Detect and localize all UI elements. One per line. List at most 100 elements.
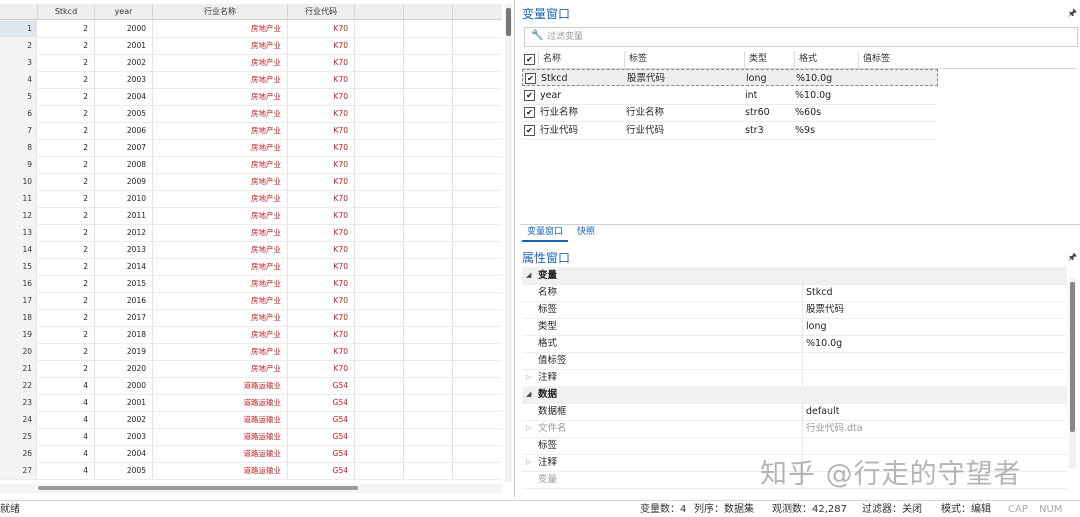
row-number[interactable]: 12 (0, 207, 37, 224)
cell-industry-code[interactable]: K70 (288, 241, 355, 258)
cell-industry-name[interactable]: 房地产业 (153, 54, 288, 71)
table-row[interactable]: 18 2 2017 房地产业 K70 (0, 309, 502, 327)
table-row[interactable]: 25 4 2003 道路运输业 G54 (0, 428, 502, 446)
property-value[interactable]: Stkcd (806, 284, 833, 301)
cell-year[interactable]: 2002 (95, 54, 153, 71)
cell-year[interactable]: 2005 (95, 105, 153, 122)
cell-empty[interactable] (404, 20, 453, 37)
cell-empty[interactable] (404, 207, 453, 224)
cell-empty[interactable] (453, 343, 502, 360)
cell-empty[interactable] (404, 377, 453, 394)
cell-year[interactable]: 2013 (95, 241, 153, 258)
cell-empty[interactable] (453, 411, 502, 428)
table-row[interactable]: 15 2 2014 房地产业 K70 (0, 258, 502, 276)
cell-industry-name[interactable]: 房地产业 (153, 105, 288, 122)
property-value[interactable]: 股票代码 (806, 301, 844, 318)
row-number[interactable]: 18 (0, 309, 37, 326)
cell-empty[interactable] (404, 258, 453, 275)
cell-industry-name[interactable]: 道路运输业 (153, 377, 288, 394)
cell-empty[interactable] (355, 258, 404, 275)
header-format[interactable]: 格式 (794, 51, 858, 68)
cell-year[interactable]: 2004 (95, 445, 153, 462)
cell-year[interactable]: 2000 (95, 377, 153, 394)
cell-empty[interactable] (453, 360, 502, 377)
cell-empty[interactable] (355, 445, 404, 462)
cell-industry-code[interactable]: G54 (288, 445, 355, 462)
cell-industry-name[interactable]: 房地产业 (153, 139, 288, 156)
cell-year[interactable]: 2005 (95, 462, 153, 479)
cell-empty[interactable] (355, 156, 404, 173)
cell-year[interactable]: 2019 (95, 343, 153, 360)
cell-empty[interactable] (404, 71, 453, 88)
cell-industry-code[interactable]: K70 (288, 173, 355, 190)
cell-empty[interactable] (355, 377, 404, 394)
table-row[interactable]: 9 2 2008 房地产业 K70 (0, 156, 502, 174)
cell-year[interactable]: 2020 (95, 360, 153, 377)
cell-empty[interactable] (404, 343, 453, 360)
cell-year[interactable]: 2001 (95, 37, 153, 54)
cell-industry-name[interactable]: 房地产业 (153, 207, 288, 224)
cell-empty[interactable] (404, 309, 453, 326)
property-row[interactable]: 格式 %10.0g (522, 335, 1067, 353)
row-number[interactable]: 19 (0, 326, 37, 343)
table-row[interactable]: 23 4 2001 道路运输业 G54 (0, 394, 502, 412)
cell-empty[interactable] (404, 241, 453, 258)
cell-empty[interactable] (404, 37, 453, 54)
scroll-thumb[interactable] (506, 8, 511, 36)
cell-empty[interactable] (355, 275, 404, 292)
cell-industry-code[interactable]: K70 (288, 207, 355, 224)
cell-empty[interactable] (453, 122, 502, 139)
cell-stkcd[interactable]: 2 (38, 224, 95, 241)
cell-industry-code[interactable]: K70 (288, 156, 355, 173)
cell-industry-name[interactable]: 房地产业 (153, 71, 288, 88)
cell-year[interactable]: 2008 (95, 156, 153, 173)
cell-empty[interactable] (404, 275, 453, 292)
cell-empty[interactable] (404, 88, 453, 105)
cell-empty[interactable] (404, 122, 453, 139)
collapse-triangle-icon[interactable]: ◢ (526, 386, 531, 403)
cell-empty[interactable] (453, 71, 502, 88)
cell-industry-code[interactable]: G54 (288, 411, 355, 428)
cell-empty[interactable] (355, 71, 404, 88)
table-row[interactable]: 5 2 2004 房地产业 K70 (0, 88, 502, 106)
cell-empty[interactable] (453, 462, 502, 479)
cell-empty[interactable] (404, 105, 453, 122)
cell-empty[interactable] (453, 326, 502, 343)
cell-industry-code[interactable]: K70 (288, 292, 355, 309)
cell-empty[interactable] (453, 275, 502, 292)
cell-empty[interactable] (355, 241, 404, 258)
cell-industry-name[interactable]: 房地产业 (153, 37, 288, 54)
variable-row[interactable]: ✔ year int %10.0g (522, 87, 937, 105)
cell-stkcd[interactable]: 2 (38, 190, 95, 207)
cell-empty[interactable] (453, 190, 502, 207)
cell-industry-code[interactable]: K70 (288, 105, 355, 122)
cell-industry-name[interactable]: 房地产业 (153, 258, 288, 275)
horizontal-scrollbar[interactable] (0, 484, 502, 493)
cell-industry-name[interactable]: 房地产业 (153, 309, 288, 326)
property-row[interactable]: 类型 long (522, 318, 1067, 336)
cell-industry-code[interactable]: G54 (288, 394, 355, 411)
cell-empty[interactable] (453, 207, 502, 224)
cell-year[interactable]: 2002 (95, 411, 153, 428)
variable-checkbox[interactable]: ✔ (524, 89, 535, 101)
row-number[interactable]: 11 (0, 190, 37, 207)
cell-industry-name[interactable]: 道路运输业 (153, 462, 288, 479)
cell-empty[interactable] (453, 54, 502, 71)
expand-triangle-icon[interactable]: ▷ (526, 420, 531, 437)
property-row[interactable]: 名称 Stkcd (522, 284, 1067, 302)
cell-empty[interactable] (404, 173, 453, 190)
cell-empty[interactable] (453, 139, 502, 156)
cell-empty[interactable] (404, 428, 453, 445)
vertical-scrollbar[interactable] (505, 4, 512, 482)
cell-stkcd[interactable]: 4 (38, 411, 95, 428)
scroll-thumb[interactable] (38, 486, 358, 490)
cell-year[interactable]: 2017 (95, 309, 153, 326)
cell-industry-code[interactable]: K70 (288, 122, 355, 139)
cell-empty[interactable] (453, 445, 502, 462)
header-name[interactable]: 名称 (538, 51, 624, 68)
cell-year[interactable]: 2012 (95, 224, 153, 241)
filter-variables-input[interactable] (547, 29, 1067, 44)
table-row[interactable]: 20 2 2019 房地产业 K70 (0, 343, 502, 361)
cell-empty[interactable] (453, 428, 502, 445)
cell-empty[interactable] (404, 445, 453, 462)
